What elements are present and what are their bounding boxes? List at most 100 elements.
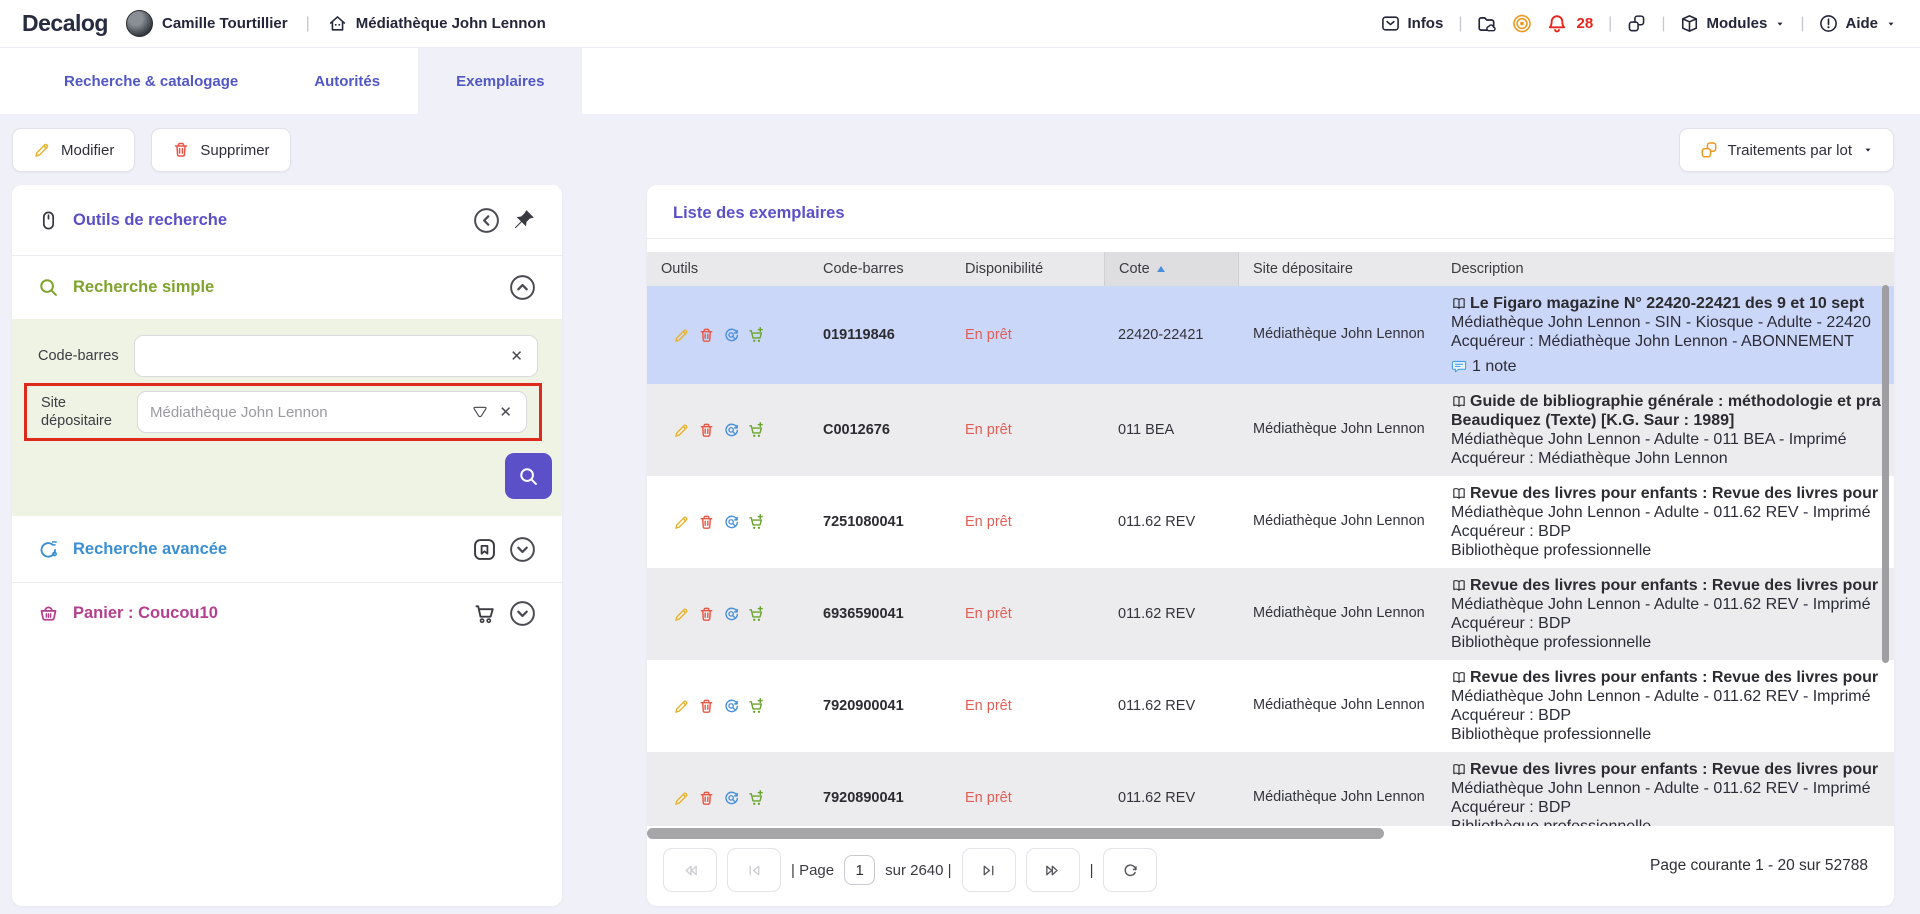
edit-row-icon[interactable] bbox=[673, 698, 690, 715]
horizontal-scrollbar[interactable] bbox=[647, 828, 1384, 839]
app-header: Decalog Camille Tourtillier | Médiathèqu… bbox=[0, 0, 1920, 48]
pin-icon[interactable] bbox=[512, 208, 536, 232]
delete-row-icon[interactable] bbox=[698, 698, 715, 715]
table-header: Outils Code-barres Disponibilité Cote Si… bbox=[647, 252, 1894, 286]
delete-row-icon[interactable] bbox=[698, 606, 715, 623]
refresh-search-row-icon[interactable] bbox=[723, 514, 740, 531]
delete-row-icon[interactable] bbox=[698, 514, 715, 531]
advanced-search-icon bbox=[38, 539, 59, 560]
links-button[interactable] bbox=[1627, 14, 1646, 33]
clear-barcode-icon[interactable]: ✕ bbox=[508, 347, 525, 365]
site-label: Site dépositaire bbox=[41, 394, 137, 430]
avatar[interactable] bbox=[126, 10, 153, 37]
chain-icon bbox=[1700, 141, 1718, 159]
next-page-button[interactable] bbox=[962, 848, 1016, 892]
tab-exemplaires[interactable]: Exemplaires bbox=[418, 48, 582, 114]
add-to-cart-row-icon[interactable] bbox=[748, 422, 765, 439]
edit-row-icon[interactable] bbox=[673, 327, 690, 344]
delete-row-icon[interactable] bbox=[698, 422, 715, 439]
bookmark-icon[interactable] bbox=[472, 537, 497, 562]
search-submit-button[interactable] bbox=[505, 453, 552, 499]
cote-header-label: Cote bbox=[1119, 261, 1150, 277]
modules-menu[interactable]: Modules bbox=[1680, 14, 1785, 33]
refresh-search-row-icon[interactable] bbox=[723, 698, 740, 715]
add-to-cart-row-icon[interactable] bbox=[748, 606, 765, 623]
refresh-button[interactable] bbox=[1103, 848, 1157, 892]
user-menu[interactable]: Camille Tourtillier bbox=[126, 10, 288, 37]
help-label: Aide bbox=[1845, 15, 1878, 32]
rewind-page-button[interactable] bbox=[663, 848, 717, 892]
site-input-wrap: ✕ bbox=[137, 391, 527, 433]
row-cote: 011.62 REV bbox=[1104, 476, 1239, 568]
infos-label: Infos bbox=[1407, 15, 1443, 32]
table-row[interactable]: 7251080041 En prêt 011.62 REV Médiathèqu… bbox=[647, 476, 1894, 568]
delete-row-icon[interactable] bbox=[698, 790, 715, 807]
envelope-icon bbox=[1381, 14, 1400, 33]
search-tools-panel: Outils de recherche Recherche simple Cod… bbox=[12, 185, 562, 906]
column-header-description[interactable]: Description bbox=[1437, 252, 1894, 286]
page-total-label: sur 2640 | bbox=[885, 862, 951, 879]
broadcast-button[interactable] bbox=[1512, 14, 1532, 34]
notifications-button[interactable]: 28 bbox=[1547, 14, 1593, 34]
add-to-cart-row-icon[interactable] bbox=[748, 790, 765, 807]
row-site: Médiathèque John Lennon bbox=[1239, 752, 1437, 826]
expand-basket-button[interactable] bbox=[509, 600, 536, 627]
row-site: Médiathèque John Lennon bbox=[1239, 568, 1437, 660]
funnel-icon[interactable] bbox=[472, 404, 488, 420]
row-description: Revue des livres pour enfants : Revue de… bbox=[1437, 568, 1894, 660]
batch-processing-button[interactable]: Traitements par lot bbox=[1679, 128, 1895, 172]
tab-autorites[interactable]: Autorités bbox=[276, 48, 418, 114]
highlight-red-box: Site dépositaire ✕ bbox=[24, 383, 542, 441]
modules-label: Modules bbox=[1706, 15, 1767, 32]
infos-button[interactable]: Infos bbox=[1381, 14, 1443, 33]
documents-button[interactable] bbox=[1477, 14, 1497, 34]
table-row[interactable]: 6936590041 En prêt 011.62 REV Médiathèqu… bbox=[647, 568, 1894, 660]
book-icon bbox=[1451, 762, 1467, 778]
add-to-cart-row-icon[interactable] bbox=[748, 698, 765, 715]
simple-search-form: Code-barres ✕ Site dépositaire ✕ bbox=[12, 319, 562, 516]
row-description: Le Figaro magazine N° 22420-22421 des 9 … bbox=[1437, 286, 1894, 384]
vertical-scrollbar[interactable] bbox=[1882, 285, 1889, 663]
barcode-input[interactable] bbox=[147, 348, 508, 365]
first-page-button[interactable] bbox=[727, 848, 781, 892]
row-details: Médiathèque John Lennon - Adulte - 011 B… bbox=[1451, 430, 1888, 468]
edit-button[interactable]: Modifier bbox=[12, 128, 135, 172]
delete-button[interactable]: Supprimer bbox=[151, 128, 290, 172]
table-row[interactable]: 7920890041 En prêt 011.62 REV Médiathèqu… bbox=[647, 752, 1894, 826]
main-tabbar: Recherche & catalogage Autorités Exempla… bbox=[0, 48, 1920, 114]
column-header-code-barres[interactable]: Code-barres bbox=[809, 252, 934, 286]
refresh-search-row-icon[interactable] bbox=[723, 327, 740, 344]
delete-row-icon[interactable] bbox=[698, 327, 715, 344]
add-to-cart-row-icon[interactable] bbox=[748, 327, 765, 344]
library-selector[interactable]: Médiathèque John Lennon bbox=[328, 14, 546, 33]
tab-recherche-catalogage[interactable]: Recherche & catalogage bbox=[26, 48, 276, 114]
site-input[interactable] bbox=[150, 404, 472, 421]
expand-section-button[interactable] bbox=[509, 536, 536, 563]
edit-row-icon[interactable] bbox=[673, 606, 690, 623]
page-number-input[interactable] bbox=[844, 855, 875, 885]
barcode-input-wrap: ✕ bbox=[134, 335, 538, 377]
row-note[interactable]: 1 note bbox=[1451, 357, 1888, 376]
edit-row-icon[interactable] bbox=[673, 422, 690, 439]
column-header-outils[interactable]: Outils bbox=[647, 252, 809, 286]
column-header-cote[interactable]: Cote bbox=[1104, 252, 1239, 286]
table-row[interactable]: C0012676 En prêt 011 BEA Médiathèque Joh… bbox=[647, 384, 1894, 476]
table-row[interactable]: 7920900041 En prêt 011.62 REV Médiathèqu… bbox=[647, 660, 1894, 752]
column-header-site-depositaire[interactable]: Site dépositaire bbox=[1239, 252, 1437, 286]
edit-row-icon[interactable] bbox=[673, 790, 690, 807]
clear-site-icon[interactable]: ✕ bbox=[497, 403, 514, 421]
fast-forward-button[interactable] bbox=[1026, 848, 1080, 892]
edit-row-icon[interactable] bbox=[673, 514, 690, 531]
collapse-section-button[interactable] bbox=[509, 274, 536, 301]
row-barcode: 7920890041 bbox=[809, 752, 934, 826]
refresh-search-row-icon[interactable] bbox=[723, 606, 740, 623]
row-title: Revue des livres pour enfants : Revue de… bbox=[1451, 668, 1888, 687]
refresh-search-row-icon[interactable] bbox=[723, 790, 740, 807]
help-menu[interactable]: Aide bbox=[1819, 14, 1896, 33]
column-header-disponibilite[interactable]: Disponibilité bbox=[934, 252, 1104, 286]
add-to-cart-row-icon[interactable] bbox=[748, 514, 765, 531]
collapse-panel-button[interactable] bbox=[473, 207, 500, 234]
cart-icon[interactable] bbox=[473, 602, 497, 626]
refresh-search-row-icon[interactable] bbox=[723, 422, 740, 439]
table-row[interactable]: 019119846 En prêt 22420-22421 Médiathèqu… bbox=[647, 286, 1894, 384]
